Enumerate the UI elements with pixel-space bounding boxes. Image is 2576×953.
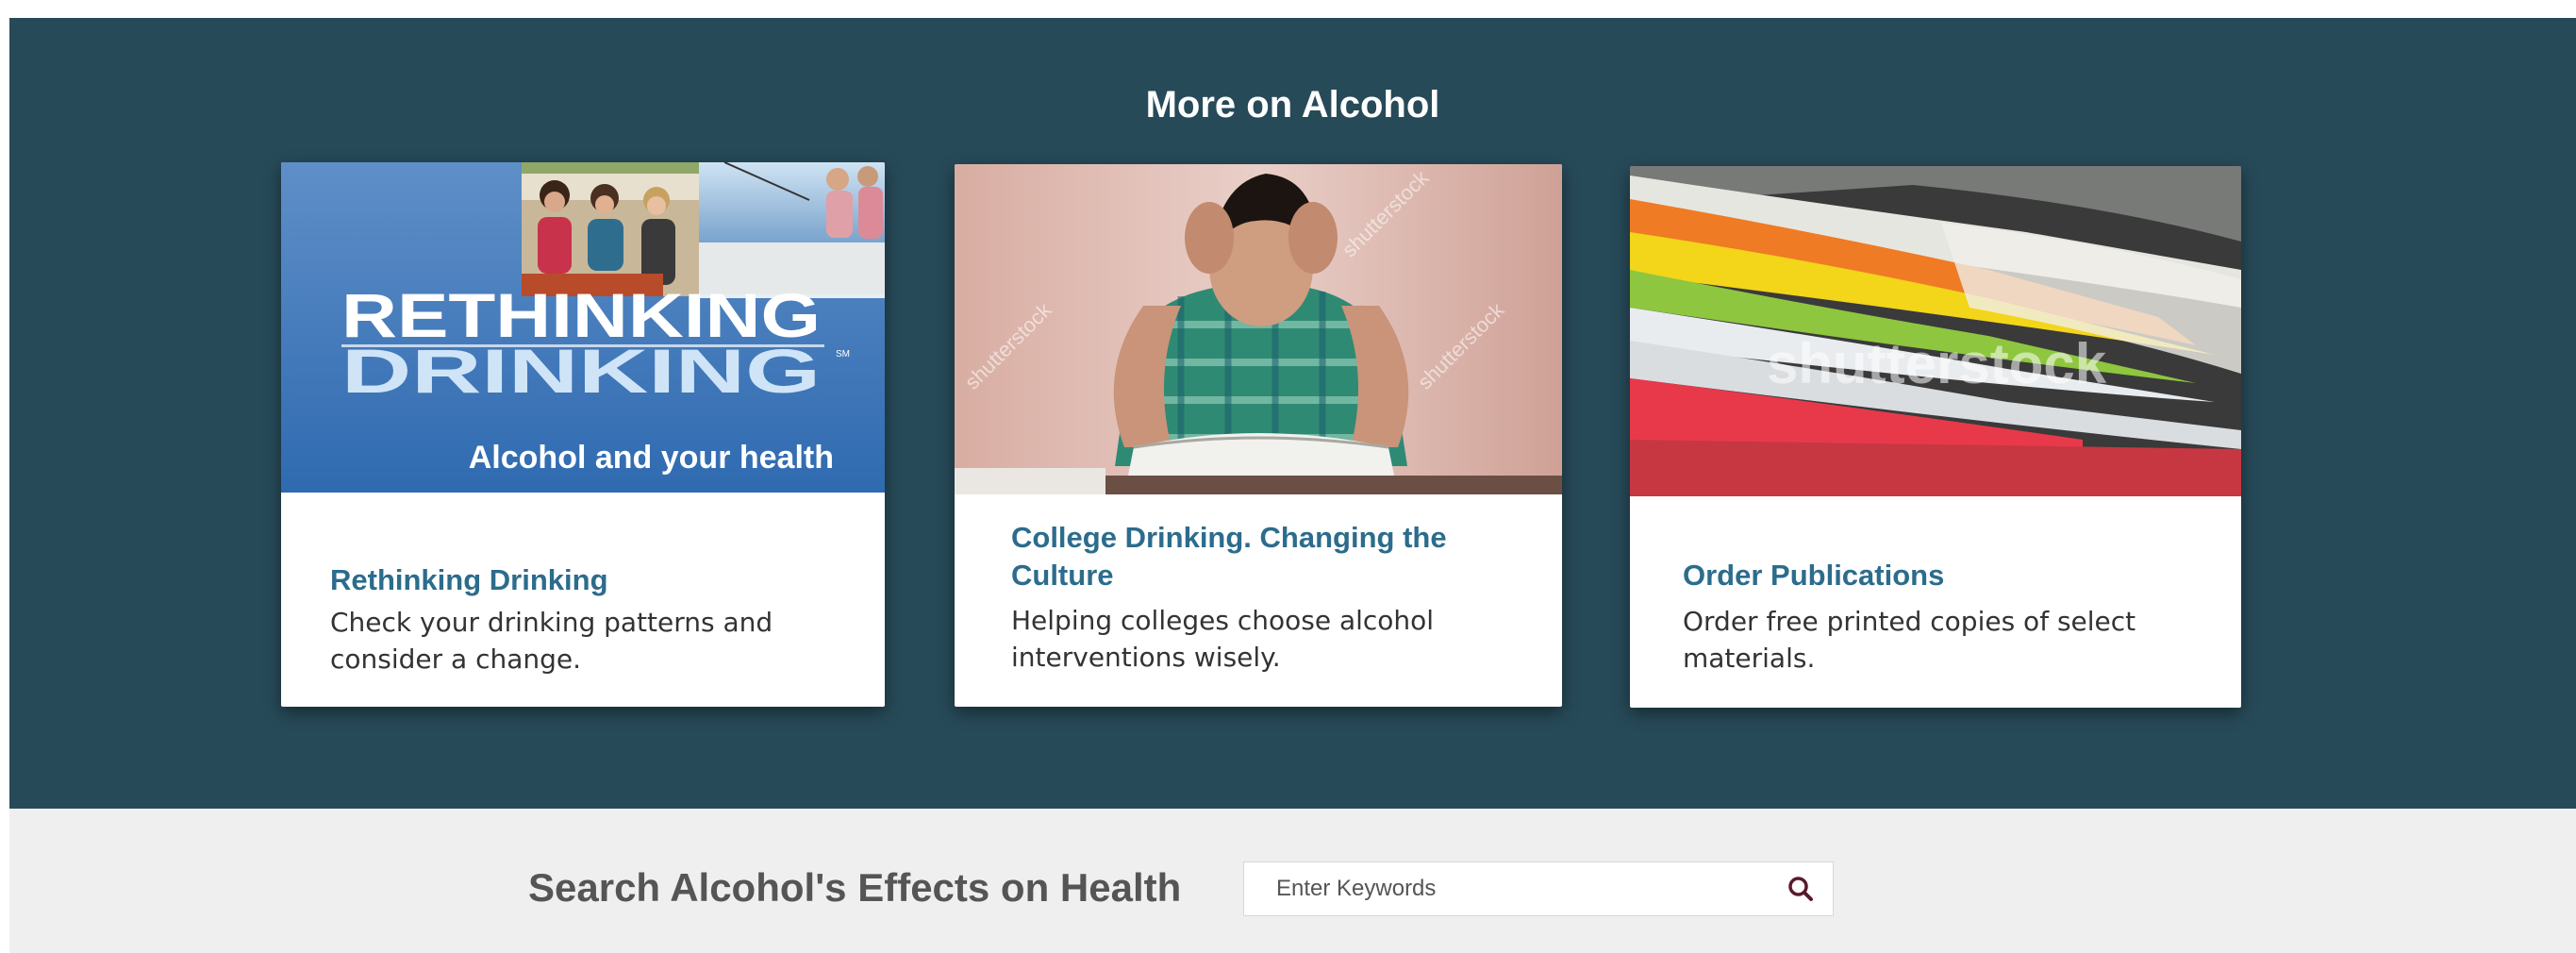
card-title-college-drinking[interactable]: College Drinking. Changing the Culture [1011, 519, 1524, 594]
card-title-rethinking-drinking[interactable]: Rethinking Drinking [330, 561, 847, 599]
section-title: More on Alcohol [1145, 84, 1440, 125]
magazine-stack-photo[interactable]: shutterstock [1630, 166, 2241, 496]
svg-text:shutterstock: shutterstock [1767, 332, 2107, 395]
search-input[interactable] [1244, 862, 1753, 915]
card-description-college-drinking: Helping colleges choose alcohol interven… [1011, 605, 1435, 673]
search-heading: Search Alcohol's Effects on Health [528, 865, 1182, 910]
search-button[interactable] [1782, 870, 1820, 908]
rethinking-drinking-banner-image[interactable]: RETHINKING DRINKING SM Alcohol and your … [281, 162, 885, 493]
more-on-alcohol-section: More on Alcohol RETHINKING DRINKING SM A… [9, 18, 2576, 809]
search-box[interactable] [1243, 861, 1834, 916]
search-icon [1788, 877, 1813, 901]
card-description-rethinking-drinking: Check your drinking patterns and conside… [330, 607, 773, 675]
stressed-student-photo[interactable]: shutterstock shutterstock shutterstock [955, 164, 1562, 494]
search-section: Search Alcohol's Effects on Health [9, 809, 2576, 953]
card-college-drinking[interactable]: shutterstock shutterstock shutterstock C… [955, 164, 1562, 707]
card-title-order-publications[interactable]: Order Publications [1683, 557, 2203, 594]
card-order-publications[interactable]: shutterstock Order Publications Order fr… [1630, 166, 2241, 708]
card-description-order-publications: Order free printed copies of select mate… [1683, 606, 2136, 674]
banner-subtitle: Alcohol and your health [469, 440, 834, 476]
trademark-mark: SM [836, 349, 850, 359]
card-rethinking-drinking[interactable]: RETHINKING DRINKING SM Alcohol and your … [281, 162, 885, 707]
